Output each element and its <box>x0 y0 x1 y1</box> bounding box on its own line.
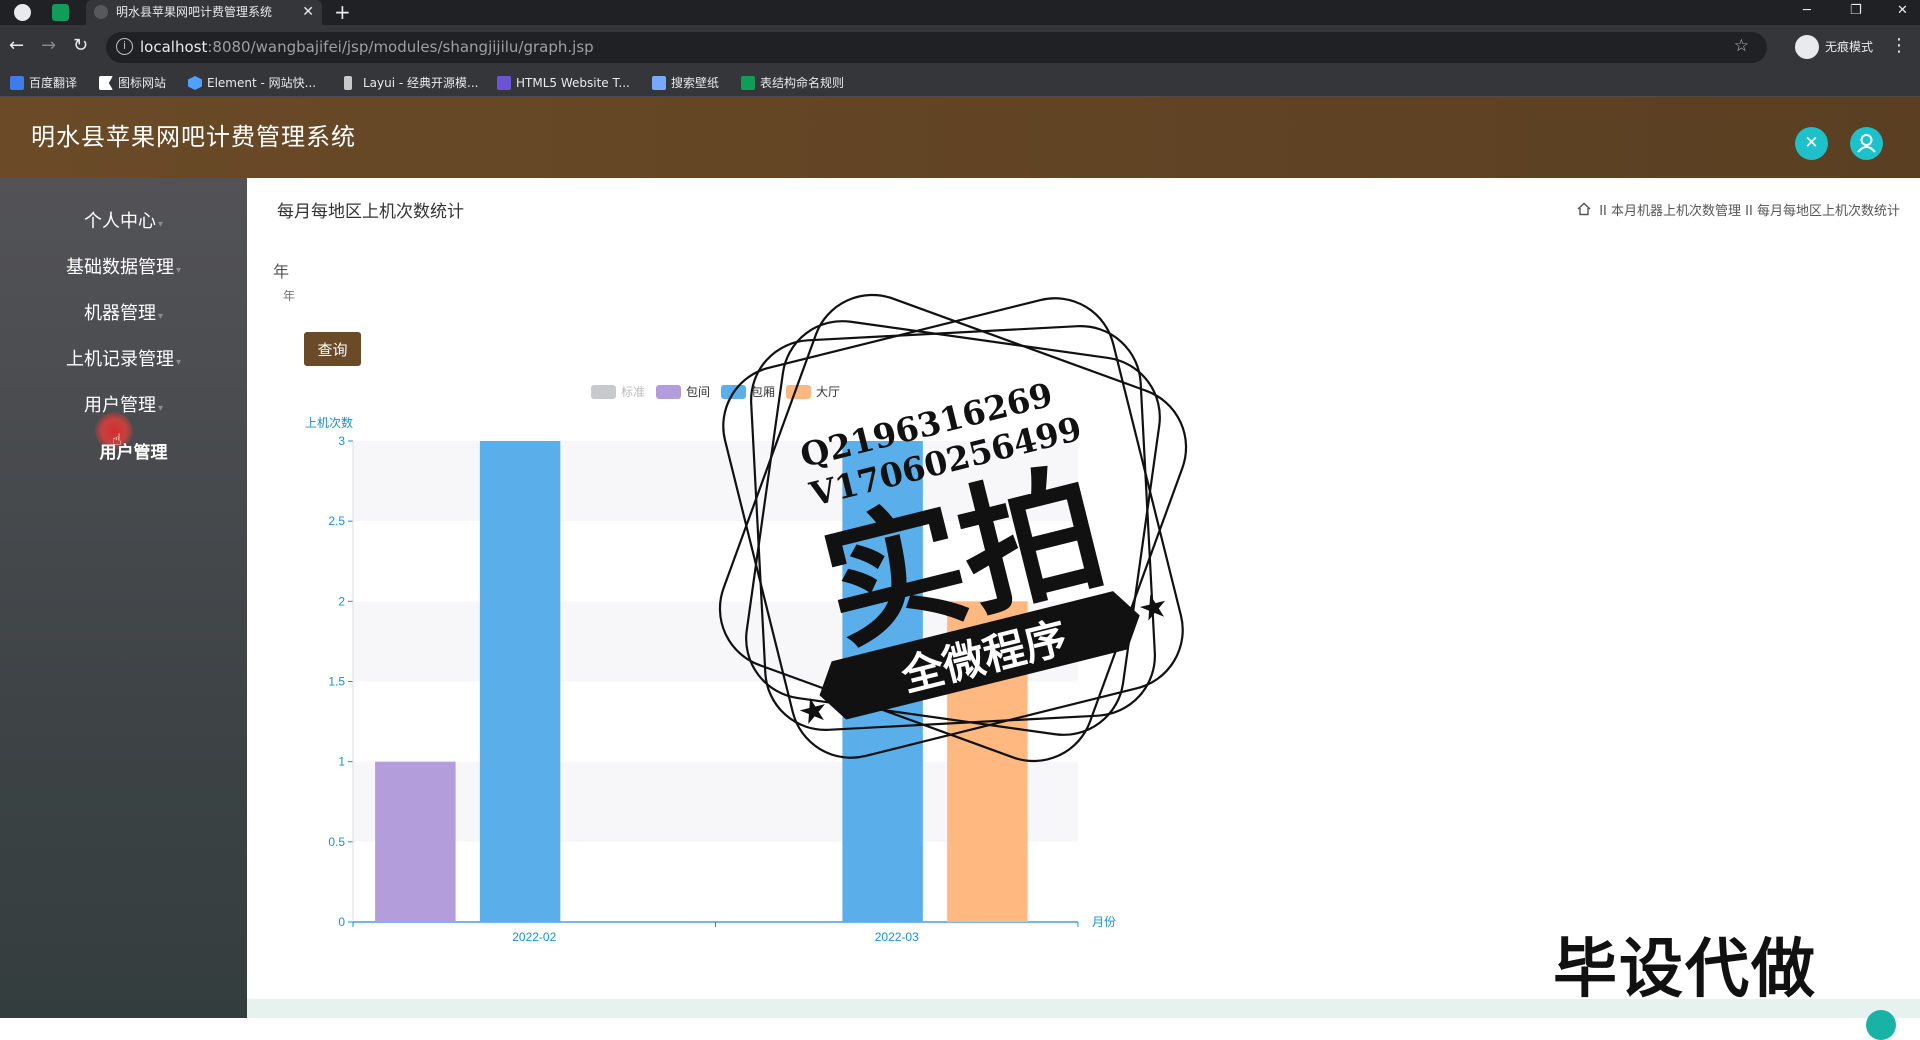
tab-favicon-icon <box>94 5 108 19</box>
bookmark-favicon-icon <box>497 76 511 90</box>
minimize-icon[interactable]: ─ <box>1803 0 1811 22</box>
bookmarks-bar: 百度翻译 图标网站 Element - 网站快... Layui - 经典开源模… <box>0 69 1920 97</box>
y-tick-label: 1.5 <box>328 675 345 689</box>
star-icon: ★ <box>1134 585 1173 631</box>
x-axis-label: 月份 <box>1092 915 1116 929</box>
breadcrumb-separator: II <box>1599 204 1607 219</box>
y-axis-label: 上机次数 <box>305 415 353 430</box>
sidebar-item-basic-data[interactable]: 基础数据管理 ▾ <box>0 256 247 283</box>
chevron-down-icon: ▾ <box>175 265 182 276</box>
globe-icon[interactable] <box>14 4 31 21</box>
x-tick-label: 2022-03 <box>875 930 919 944</box>
green-tab-icon[interactable] <box>52 4 69 21</box>
chevron-down-icon: ▾ <box>157 311 164 322</box>
incognito-icon <box>1795 35 1819 59</box>
submenu-item-user-management[interactable]: 用户管理 <box>0 438 247 463</box>
bookmark-star-icon[interactable]: ☆ <box>1734 36 1749 56</box>
app-title: 明水县苹果网吧计费管理系统 <box>31 123 356 151</box>
sidebar-item-machines[interactable]: 机器管理 ▾ <box>0 302 247 329</box>
window-close-icon[interactable]: ✕ <box>1897 0 1908 22</box>
back-icon[interactable]: ← <box>9 35 24 57</box>
bookmark-favicon-icon <box>10 76 24 90</box>
bookmark-item[interactable]: 百度翻译 <box>10 74 77 92</box>
reload-icon[interactable]: ↻ <box>73 35 88 57</box>
y-tick-label: 3 <box>338 434 345 448</box>
bookmark-favicon-icon <box>741 76 755 90</box>
browser-toolbar: ← → ↻ i localhost:8080/wangbajifei/jsp/m… <box>0 25 1920 69</box>
bar-包间[interactable] <box>375 761 456 922</box>
y-tick-label: 0.5 <box>328 835 345 849</box>
bookmark-favicon-icon <box>652 76 666 90</box>
bookmark-item[interactable]: Layui - 经典开源模... <box>344 74 478 92</box>
incognito-badge[interactable]: 无痕模式 <box>1795 34 1873 60</box>
browser-menu-icon[interactable]: ⋮ <box>1890 35 1908 56</box>
forward-icon[interactable]: → <box>41 35 56 57</box>
page-title: 每月每地区上机次数统计 <box>277 202 464 222</box>
bookmark-item[interactable]: 图标网站 <box>99 74 166 92</box>
bar-包厢[interactable] <box>479 441 561 922</box>
y-tick-label: 2 <box>338 594 345 608</box>
sidebar-item-personal-center[interactable]: 个人中心 ▾ <box>0 210 247 237</box>
browser-tab-bar: 明水县苹果网吧计费管理系统 ✕ + ─ ❐ ✕ <box>0 0 1920 25</box>
watermark-stamp: Q2196316269 V17060256499 实拍 全微程序 ★ ★ <box>718 293 1188 763</box>
chevron-down-icon: ▾ <box>157 219 164 230</box>
user-icon[interactable] <box>1850 127 1883 160</box>
y-tick-label: 0 <box>338 915 345 929</box>
url-text[interactable]: localhost:8080/wangbajifei/jsp/modules/s… <box>140 38 594 56</box>
year-input[interactable] <box>273 282 473 310</box>
restore-icon[interactable]: ❐ <box>1850 0 1862 22</box>
bookmark-favicon-icon <box>99 76 113 90</box>
bookmark-favicon-icon <box>344 76 352 90</box>
breadcrumb-item-current: 每月每地区上机次数统计 <box>1756 204 1900 219</box>
new-tab-icon[interactable]: + <box>334 0 351 24</box>
chevron-down-icon: ▾ <box>175 357 182 368</box>
floating-action-icon[interactable] <box>1866 1010 1896 1040</box>
tab-close-icon[interactable]: ✕ <box>302 0 314 25</box>
query-button[interactable]: 查询 <box>304 332 361 366</box>
breadcrumb-separator: II <box>1745 204 1753 219</box>
chevron-down-icon: ▾ <box>157 403 164 414</box>
address-bar[interactable]: i localhost:8080/wangbajifei/jsp/modules… <box>106 32 1767 63</box>
sidebar: 个人中心 ▾ 基础数据管理 ▾ 机器管理 ▾ 上机记录管理 ▾ 用户管理 ▾ 用户管理 ☝ <box>0 178 247 1018</box>
bookmark-item[interactable]: 表结构命名规则 <box>741 74 844 92</box>
legend-swatch[interactable] <box>591 385 616 399</box>
hand-cursor-icon: ☝ <box>112 430 122 449</box>
bookmark-item[interactable]: 搜索壁纸 <box>652 74 719 92</box>
breadcrumb: II 本月机器上机次数管理 II 每月每地区上机次数统计 <box>1577 202 1900 221</box>
browser-tab-active[interactable]: 明水县苹果网吧计费管理系统 ✕ <box>86 0 322 25</box>
fullscreen-icon[interactable]: ✕ <box>1795 127 1828 160</box>
app-header: 明水县苹果网吧计费管理系统 ✕ <box>0 97 1920 178</box>
site-info-icon[interactable]: i <box>116 38 133 55</box>
year-label: 年 <box>273 262 290 281</box>
sidebar-item-usage-records[interactable]: 上机记录管理 ▾ <box>0 348 247 375</box>
bookmark-favicon-icon <box>188 76 202 90</box>
user-glyph-icon <box>1857 134 1876 153</box>
y-tick-label: 2.5 <box>328 514 345 528</box>
legend-label[interactable]: 包间 <box>686 385 710 399</box>
x-tick-label: 2022-02 <box>512 930 556 944</box>
legend-swatch[interactable] <box>656 385 681 399</box>
y-tick-label: 1 <box>338 755 345 769</box>
watermark-bottom-text: 毕设代做 <box>1553 933 1817 1007</box>
home-icon[interactable] <box>1577 202 1591 216</box>
tab-title: 明水县苹果网吧计费管理系统 <box>116 5 273 19</box>
bookmark-item[interactable]: Element - 网站快... <box>188 74 316 92</box>
breadcrumb-item[interactable]: 本月机器上机次数管理 <box>1611 204 1741 219</box>
legend-label[interactable]: 标准 <box>621 385 645 399</box>
bookmark-item[interactable]: HTML5 Website T... <box>497 74 630 92</box>
